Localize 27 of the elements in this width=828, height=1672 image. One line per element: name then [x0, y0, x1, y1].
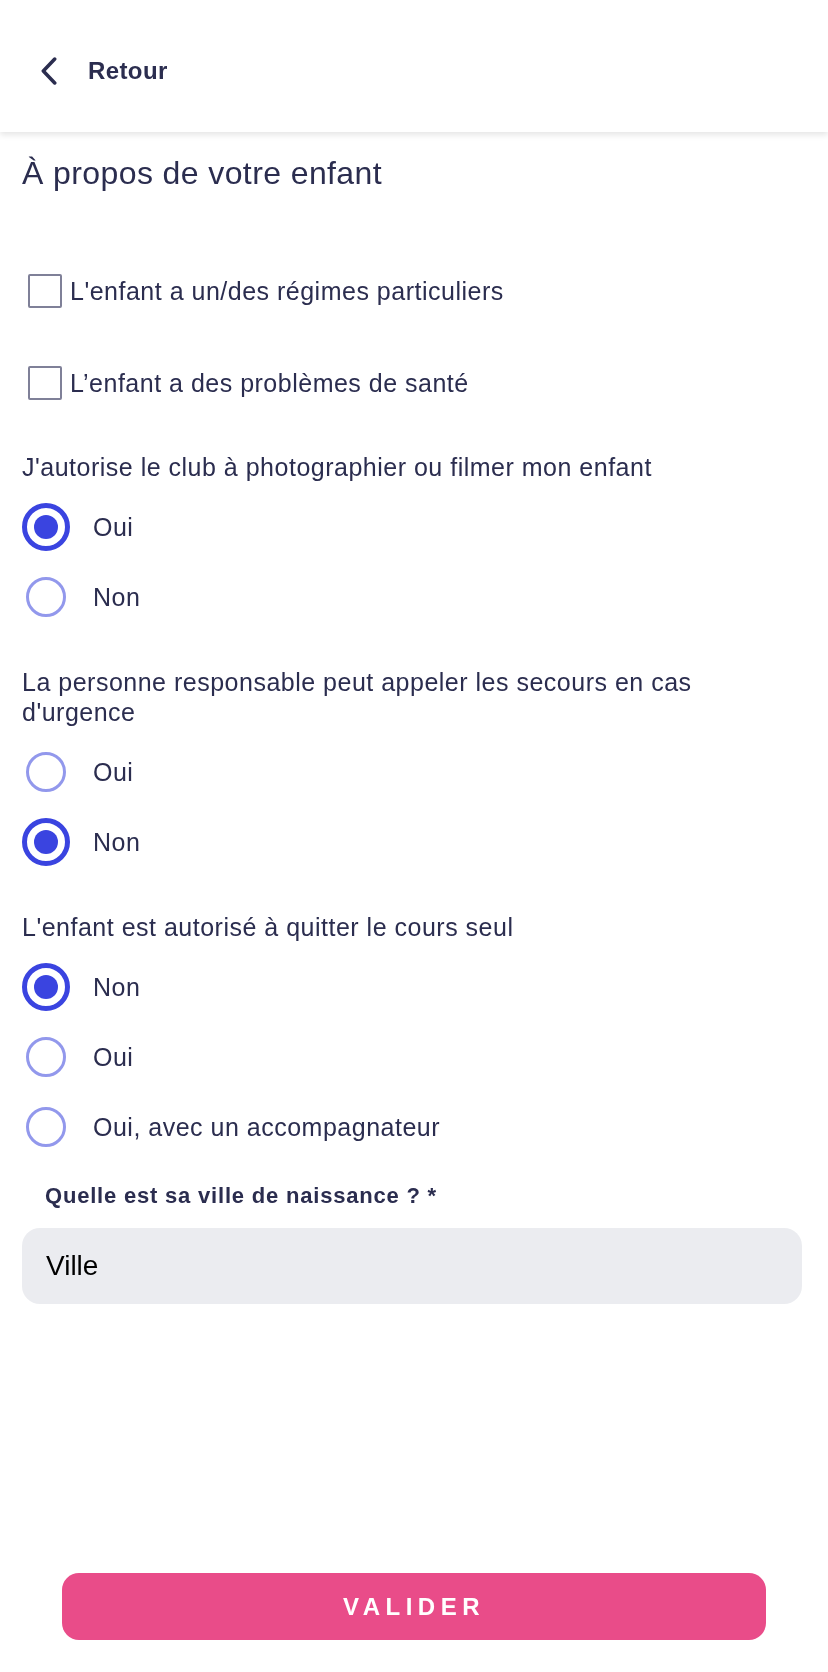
option-label: Oui, avec un accompagnateur: [93, 1112, 441, 1142]
question-text: La personne responsable peut appeler les secours en cas d'urgence: [22, 667, 693, 727]
question-text: L'enfant est autorisé à quitter le cours seul: [22, 912, 515, 942]
city-input-field[interactable]: Ville: [22, 1228, 802, 1304]
back-button[interactable]: Retour: [40, 57, 168, 85]
field-label: Quelle est sa ville de naissance ? *: [44, 1183, 438, 1209]
checkbox-label: L’enfant a des problèmes de santé: [70, 368, 469, 398]
option-label: Oui: [93, 757, 134, 787]
option-label: Oui: [93, 512, 134, 542]
back-icon: [40, 57, 57, 85]
option-label: Non: [93, 972, 141, 1002]
option-label: Non: [93, 827, 141, 857]
page-title: À propos de votre enfant: [22, 154, 384, 192]
radio-button[interactable]: [26, 1107, 66, 1147]
radio-button[interactable]: [22, 818, 70, 866]
radio-button[interactable]: [22, 963, 70, 1011]
option-label: Oui: [93, 1042, 134, 1072]
submit-button[interactable]: VALIDER: [62, 1573, 766, 1640]
option-label: Non: [93, 582, 141, 612]
checkbox[interactable]: [28, 366, 62, 400]
checkbox[interactable]: [28, 274, 62, 308]
checkbox-label: L'enfant a un/des régimes particuliers: [70, 276, 504, 306]
radio-button[interactable]: [26, 752, 66, 792]
radio-button[interactable]: [22, 503, 70, 551]
radio-button[interactable]: [26, 577, 66, 617]
radio-button[interactable]: [26, 1037, 66, 1077]
question-text: J'autorise le club à photographier ou filmer mon enfant: [22, 452, 653, 482]
